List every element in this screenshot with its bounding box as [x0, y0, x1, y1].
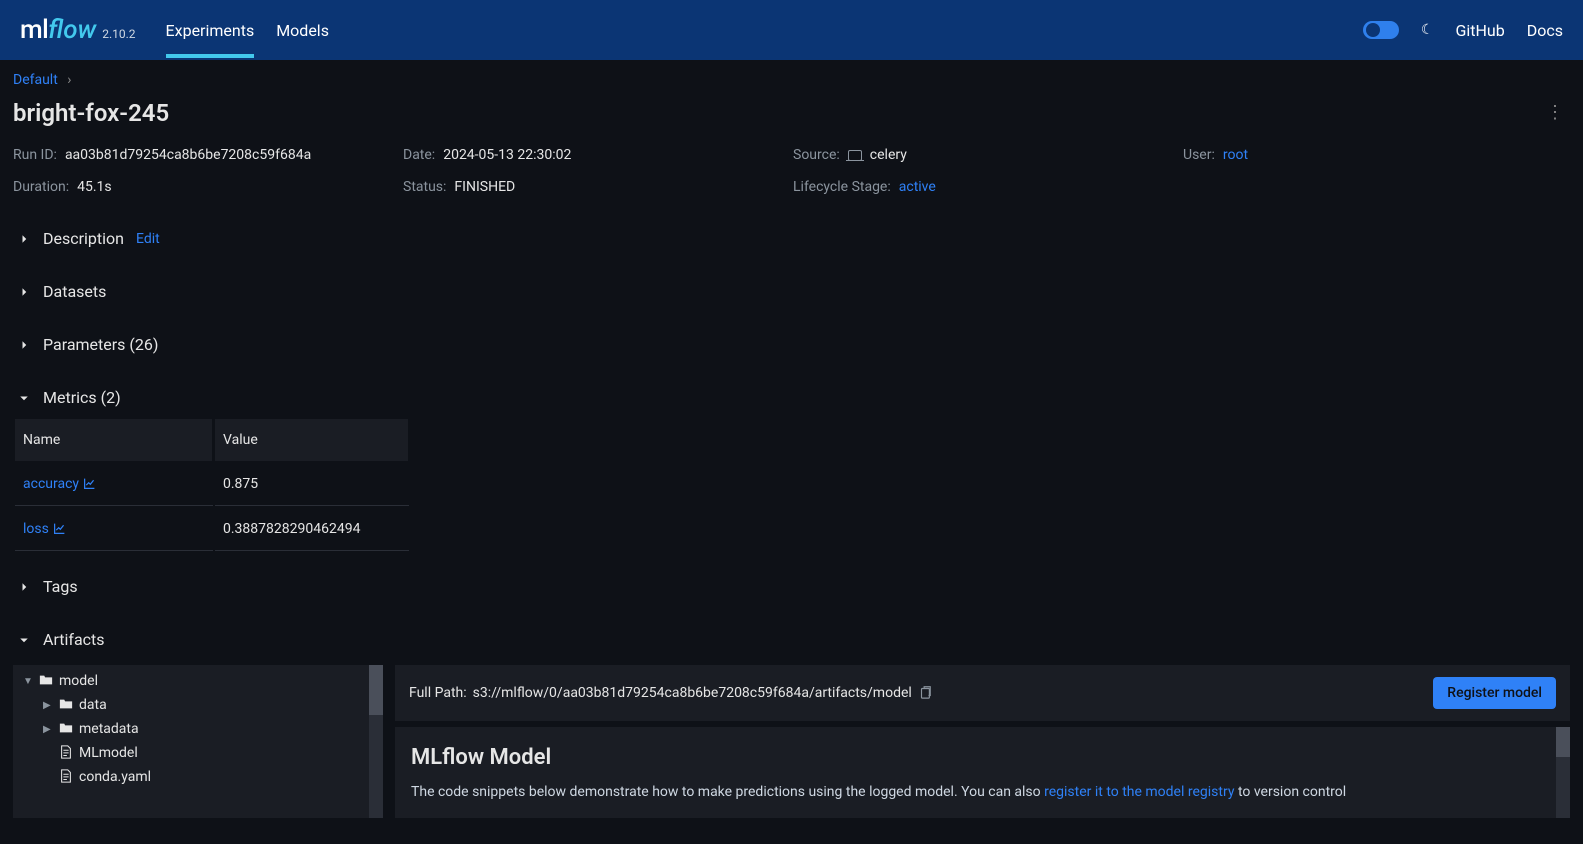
section-title: Tags	[43, 577, 78, 596]
logo-flow: flow	[48, 15, 96, 45]
lifecycle-value[interactable]: active	[899, 179, 936, 195]
chart-icon[interactable]	[53, 521, 66, 537]
tree-label: metadata	[79, 721, 139, 737]
theme-toggle[interactable]	[1363, 21, 1399, 39]
folder-icon	[39, 673, 53, 689]
section-artifacts[interactable]: Artifacts	[13, 620, 1570, 659]
file-icon	[59, 769, 73, 785]
moon-icon: ☾	[1421, 22, 1434, 38]
chevron-right-icon	[17, 581, 31, 593]
tree-label: MLmodel	[79, 745, 138, 761]
chevron-down-icon	[17, 634, 31, 646]
page-title: bright-fox-245	[13, 99, 169, 127]
date-value: 2024-05-13 22:30:02	[443, 147, 571, 163]
model-card-text: The code snippets below demonstrate how …	[411, 784, 1554, 800]
section-title: Datasets	[43, 282, 106, 301]
nav-tab-models[interactable]: Models	[276, 3, 329, 58]
status-label: Status:	[403, 179, 446, 195]
breadcrumb-parent[interactable]: Default	[13, 72, 58, 88]
chevron-right-icon	[17, 233, 31, 245]
logo[interactable]: ml flow 2.10.2	[20, 15, 136, 45]
tree-file[interactable]: conda.yaml	[13, 765, 383, 789]
artifact-tree: ▼ model ▶ data ▶ metadata	[13, 665, 383, 818]
tree-label: conda.yaml	[79, 769, 151, 785]
nav-tabs: Experiments Models	[166, 3, 329, 58]
tree-label: model	[59, 673, 98, 689]
scrollbar[interactable]	[369, 665, 383, 818]
table-row: accuracy 0.875	[15, 463, 409, 506]
metric-link[interactable]: accuracy	[23, 476, 79, 492]
kebab-menu-icon[interactable]: ⋮	[1540, 96, 1570, 129]
status-value: FINISHED	[454, 179, 515, 195]
lifecycle-label: Lifecycle Stage:	[793, 179, 891, 195]
table-row: loss 0.3887828290462494	[15, 508, 409, 551]
section-title: Metrics (2)	[43, 388, 121, 407]
artifact-detail: Full Path: s3://mlflow/0/aa03b81d79254ca8…	[395, 665, 1570, 818]
caret-right-icon: ▶	[43, 700, 53, 711]
chevron-right-icon	[17, 339, 31, 351]
tree-file[interactable]: MLmodel	[13, 741, 383, 765]
scrollbar[interactable]	[1556, 727, 1570, 818]
file-icon	[59, 745, 73, 761]
chevron-right-icon	[17, 286, 31, 298]
app-header: ml flow 2.10.2 Experiments Models ☾ GitH…	[0, 0, 1583, 60]
date-label: Date:	[403, 147, 435, 163]
folder-icon	[59, 721, 73, 737]
logo-ml: ml	[20, 15, 48, 45]
run-id-value: aa03b81d79254ca8b6be7208c59f684a	[65, 147, 311, 163]
col-name[interactable]: Name	[15, 419, 213, 461]
source-value: celery	[870, 147, 907, 163]
edit-link[interactable]: Edit	[136, 231, 160, 247]
source-label: Source:	[793, 147, 840, 163]
path-label: Full Path:	[409, 685, 467, 701]
section-datasets[interactable]: Datasets	[13, 272, 1570, 311]
section-title: Description	[43, 229, 124, 248]
model-card-title: MLflow Model	[411, 745, 1554, 770]
folder-icon	[59, 697, 73, 713]
section-title: Artifacts	[43, 630, 105, 649]
caret-right-icon: ▶	[43, 724, 53, 735]
tree-folder[interactable]: ▶ metadata	[13, 717, 383, 741]
logo-version: 2.10.2	[102, 27, 135, 41]
tree-folder[interactable]: ▶ data	[13, 693, 383, 717]
metric-value: 0.3887828290462494	[215, 508, 409, 551]
section-parameters[interactable]: Parameters (26)	[13, 325, 1570, 364]
chart-icon[interactable]	[83, 476, 96, 492]
docs-link[interactable]: Docs	[1527, 21, 1563, 40]
breadcrumb: Default ›	[13, 72, 1570, 88]
register-link[interactable]: register it to the model registry	[1044, 784, 1234, 800]
section-title: Parameters (26)	[43, 335, 158, 354]
breadcrumb-sep: ›	[67, 72, 71, 88]
caret-down-icon: ▼	[23, 676, 33, 687]
section-description[interactable]: Description Edit	[13, 219, 1570, 258]
duration-value: 45.1s	[77, 179, 112, 195]
github-link[interactable]: GitHub	[1455, 21, 1504, 40]
user-label: User:	[1183, 147, 1215, 163]
user-value[interactable]: root	[1223, 147, 1248, 163]
section-tags[interactable]: Tags	[13, 567, 1570, 606]
metrics-table: Name Value accuracy 0.875 loss 0.3887828…	[13, 417, 411, 553]
chevron-down-icon	[17, 392, 31, 404]
header-right: ☾ GitHub Docs	[1363, 21, 1563, 40]
run-id-label: Run ID:	[13, 147, 57, 163]
artifact-path-bar: Full Path: s3://mlflow/0/aa03b81d79254ca8…	[395, 665, 1570, 721]
metric-value: 0.875	[215, 463, 409, 506]
terminal-icon	[848, 150, 862, 161]
run-meta: Run ID:aa03b81d79254ca8b6be7208c59f684a …	[13, 147, 1570, 195]
metric-link[interactable]: loss	[23, 521, 49, 537]
col-value[interactable]: Value	[215, 419, 409, 461]
path-value: s3://mlflow/0/aa03b81d79254ca8b6be7208c5…	[473, 685, 912, 701]
duration-label: Duration:	[13, 179, 69, 195]
tree-label: data	[79, 697, 107, 713]
copy-icon[interactable]	[918, 685, 932, 701]
register-model-button[interactable]: Register model	[1433, 677, 1556, 709]
tree-folder-root[interactable]: ▼ model	[13, 669, 383, 693]
nav-tab-experiments[interactable]: Experiments	[166, 3, 255, 58]
model-card: MLflow Model The code snippets below dem…	[395, 727, 1570, 818]
section-metrics[interactable]: Metrics (2)	[13, 378, 1570, 417]
